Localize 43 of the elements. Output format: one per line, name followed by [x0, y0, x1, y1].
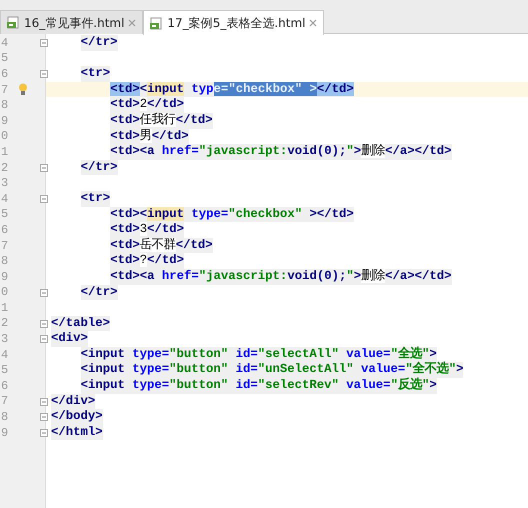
line-number: 6: [1, 66, 8, 83]
line-number: 6: [1, 222, 8, 239]
file-tab[interactable]: 16_常见事件.html: [0, 10, 144, 34]
line-number: 2: [1, 160, 8, 177]
line-number: 2: [1, 315, 8, 332]
line-number: 9: [1, 424, 8, 442]
line-number: 0: [1, 284, 8, 302]
html-file-icon: [150, 16, 164, 30]
line-number: 4: [1, 34, 8, 52]
line-number: 8: [1, 253, 8, 270]
fold-icon[interactable]: [40, 413, 48, 422]
fold-icon[interactable]: [40, 288, 48, 296]
line-number: 0: [1, 128, 8, 146]
file-tab[interactable]: 17_案例5_表格全选.html: [143, 10, 324, 35]
line-number: 5: [1, 50, 8, 68]
line-number: 7: [1, 238, 8, 255]
line-number: 9: [1, 112, 8, 130]
line-number: 5: [1, 362, 8, 380]
line-number: 5: [1, 206, 8, 224]
line-number: 3: [1, 175, 8, 192]
line-number: 9: [1, 268, 8, 286]
line-number: 1: [1, 144, 8, 161]
fold-icon[interactable]: [40, 194, 48, 203]
fold-icon[interactable]: [40, 39, 48, 47]
html-file-icon: [7, 16, 20, 29]
line-number: 4: [1, 190, 8, 208]
line-number: 8: [1, 97, 8, 114]
line-number: 4: [1, 346, 8, 364]
fold-icon[interactable]: [40, 335, 48, 344]
line-number: 3: [1, 331, 8, 348]
fold-icon[interactable]: [40, 428, 48, 437]
lightbulb-icon[interactable]: [18, 82, 28, 96]
close-icon[interactable]: [309, 19, 318, 27]
fold-icon[interactable]: [40, 398, 48, 406]
line-number: 7: [1, 393, 8, 410]
fold-icon[interactable]: [40, 70, 48, 78]
line-number: 7: [1, 82, 8, 99]
line-number: 6: [1, 378, 8, 395]
close-icon[interactable]: [128, 18, 136, 26]
fold-icon[interactable]: [40, 164, 48, 172]
line-number: 8: [1, 409, 8, 426]
line-number: 1: [1, 300, 8, 317]
fold-icon[interactable]: [40, 320, 48, 328]
